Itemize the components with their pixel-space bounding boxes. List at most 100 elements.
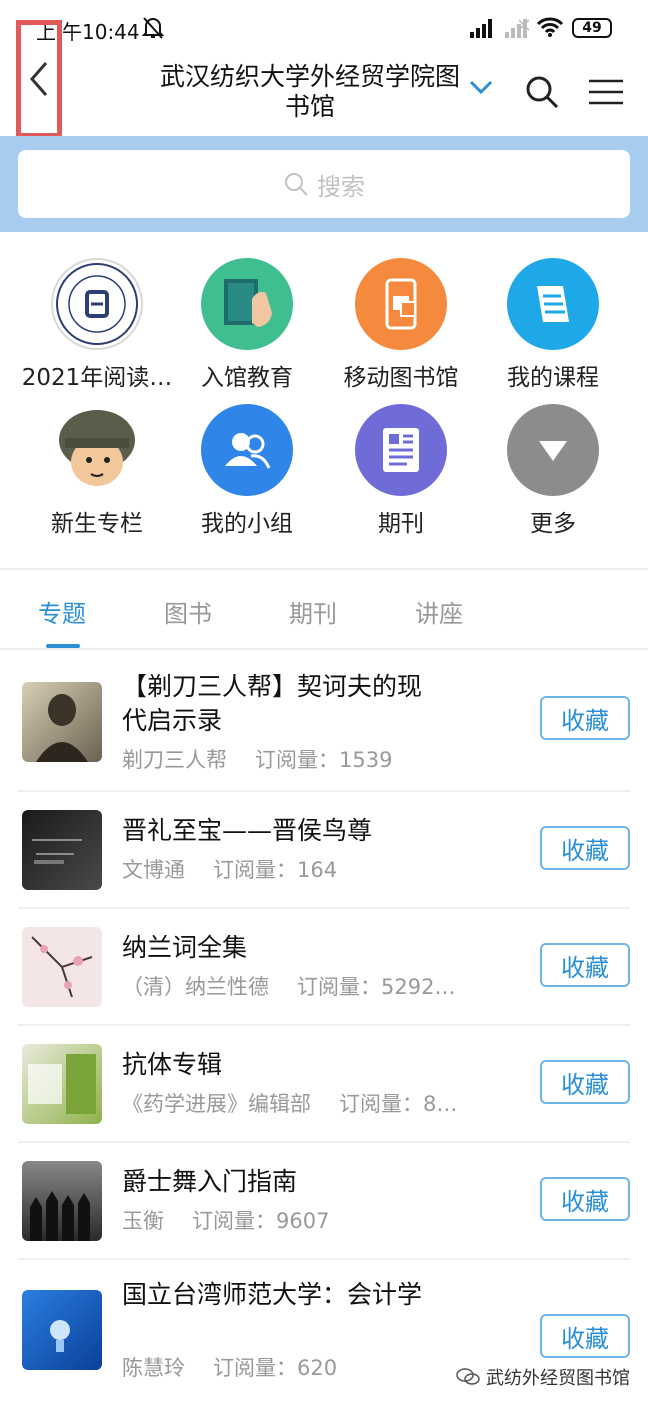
quick-link-label: 我的课程 xyxy=(507,365,599,391)
subscribe-label: 订阅量： xyxy=(213,1356,297,1380)
item-subscriptions: 620 xyxy=(297,1356,338,1380)
subscribe-label: 订阅量： xyxy=(297,975,381,999)
status-bar: 上 午10:44 49 xyxy=(0,0,648,56)
list-item[interactable]: 抗体专辑 《药学进展》编辑部 订阅量：8… 收藏 xyxy=(18,1026,630,1143)
item-title: 抗体专辑 xyxy=(122,1050,223,1079)
quick-link-label: 期刊 xyxy=(378,511,424,537)
watermark-text: 武纺外经贸图书馆 xyxy=(486,1368,630,1389)
item-meta: 剃刀三人帮 订阅量：1539 xyxy=(122,744,502,774)
item-subscriptions: 164 xyxy=(297,858,338,882)
quick-link-reading[interactable]: 2021年阅读… xyxy=(16,258,178,392)
search-icon xyxy=(285,173,308,196)
quick-link-label: 我的小组 xyxy=(201,511,293,537)
search-band: 搜索 xyxy=(0,136,648,232)
plum-blossom-thumb xyxy=(22,927,102,1007)
lightbulb-blue-thumb xyxy=(22,1290,102,1370)
header-search-button[interactable] xyxy=(524,74,560,114)
item-meta: 陈慧玲 订阅量：620 xyxy=(122,1352,502,1382)
back-icon xyxy=(30,62,48,96)
quick-link-label: 入馆教育 xyxy=(201,365,293,391)
quick-link-my-group[interactable]: 我的小组 xyxy=(166,404,328,538)
quick-link-more[interactable]: 更多 xyxy=(472,404,634,538)
list-item[interactable]: 纳兰词全集 （清）纳兰性德 订阅量：5292… 收藏 xyxy=(18,909,630,1026)
course-icon xyxy=(507,258,599,350)
item-title: 【剃刀三人帮】契诃夫的现代启示录 xyxy=(122,672,423,735)
item-title: 纳兰词全集 xyxy=(122,933,248,962)
wechat-icon xyxy=(456,1368,480,1385)
dancers-silhouette-thumb xyxy=(22,1161,102,1241)
subscribe-label: 订阅量： xyxy=(192,1209,276,1233)
item-author: 剃刀三人帮 xyxy=(122,748,227,772)
item-meta: 文博通 订阅量：164 xyxy=(122,854,502,884)
quick-link-label: 更多 xyxy=(530,511,576,537)
search-placeholder: 搜索 xyxy=(317,172,365,201)
signal-weak-icon xyxy=(505,18,531,43)
search-input[interactable]: 搜索 xyxy=(18,150,630,218)
chekhov-portrait-thumb xyxy=(22,682,102,762)
favorite-button[interactable]: 收藏 xyxy=(540,1060,630,1104)
signal-icon xyxy=(470,18,496,43)
item-meta: （清）纳兰性德 订阅量：5292… xyxy=(122,971,502,1001)
item-author: 文博通 xyxy=(122,858,185,882)
quick-link-my-courses[interactable]: 我的课程 xyxy=(472,258,634,392)
favorite-button[interactable]: 收藏 xyxy=(540,696,630,740)
item-title: 爵士舞入门指南 xyxy=(122,1167,298,1196)
item-author: 《药学进展》编辑部 xyxy=(122,1092,311,1116)
section-divider xyxy=(0,568,648,570)
chevron-down-icon xyxy=(469,80,493,95)
soldier-avatar-icon xyxy=(51,404,143,496)
item-subscriptions: 1539 xyxy=(339,748,393,772)
item-author: 陈慧玲 xyxy=(122,1356,185,1380)
tab-books[interactable]: 图书 xyxy=(164,594,212,629)
bronze-bird-thumb xyxy=(22,810,102,890)
back-button[interactable] xyxy=(16,20,62,138)
tab-journals[interactable]: 期刊 xyxy=(289,594,337,629)
university-seal-icon xyxy=(51,258,143,350)
watermark: 武纺外经贸图书馆 xyxy=(456,1364,630,1390)
menu-button[interactable] xyxy=(588,78,624,110)
search-icon xyxy=(526,76,559,109)
wifi-icon xyxy=(536,16,564,43)
more-arrow-icon xyxy=(507,404,599,496)
quick-link-label: 移动图书馆 xyxy=(343,365,459,391)
subscribe-label: 订阅量： xyxy=(255,748,339,772)
topic-list: 【剃刀三人帮】契诃夫的现代启示录 剃刀三人帮 订阅量：1539 收藏 晋礼至宝——… xyxy=(0,652,648,1400)
tab-topics[interactable]: 专题 xyxy=(38,594,86,629)
item-subscriptions: 5292… xyxy=(381,975,456,999)
list-item[interactable]: 晋礼至宝——晋侯鸟尊 文博通 订阅量：164 收藏 xyxy=(18,792,630,909)
active-tab-indicator xyxy=(46,644,80,648)
subscribe-label: 订阅量： xyxy=(213,858,297,882)
journal-icon xyxy=(355,404,447,496)
favorite-button[interactable]: 收藏 xyxy=(540,943,630,987)
quick-link-label: 新生专栏 xyxy=(51,511,143,537)
mobile-library-icon xyxy=(355,258,447,350)
item-title: 国立台湾师范大学：会计学 xyxy=(122,1280,423,1309)
favorite-button[interactable]: 收藏 xyxy=(540,1314,630,1358)
battery-indicator: 49 xyxy=(572,18,612,38)
item-author: （清）纳兰性德 xyxy=(122,975,269,999)
quick-link-mobile-library[interactable]: 移动图书馆 xyxy=(320,258,482,392)
item-meta: 玉衡 订阅量：9607 xyxy=(122,1205,502,1235)
item-title: 晋礼至宝——晋侯鸟尊 xyxy=(122,816,373,845)
item-subscriptions: 8… xyxy=(423,1092,458,1116)
pharmacy-books-thumb xyxy=(22,1044,102,1124)
item-subscriptions: 9607 xyxy=(276,1209,330,1233)
tab-lectures[interactable]: 讲座 xyxy=(415,594,463,629)
quick-link-label: 2021年阅读… xyxy=(21,365,173,391)
item-meta: 《药学进展》编辑部 订阅量：8… xyxy=(122,1088,502,1118)
quick-link-freshman[interactable]: 新生专栏 xyxy=(16,404,178,538)
title-dropdown-button[interactable] xyxy=(468,78,494,100)
favorite-button[interactable]: 收藏 xyxy=(540,1177,630,1221)
menu-icon xyxy=(589,79,623,105)
list-item[interactable]: 【剃刀三人帮】契诃夫的现代启示录 剃刀三人帮 订阅量：1539 收藏 xyxy=(18,652,630,792)
status-time: 午10:44 xyxy=(62,20,140,44)
item-author: 玉衡 xyxy=(122,1209,164,1233)
quick-link-library-education[interactable]: 入馆教育 xyxy=(166,258,328,392)
page-title: 武汉纺织大学外经贸学院图书馆 xyxy=(159,62,460,121)
quick-links-grid: 2021年阅读… 入馆教育 移动图书馆 我的课程 新生专栏 我的小组 期刊 更多 xyxy=(0,258,648,548)
favorite-button[interactable]: 收藏 xyxy=(540,826,630,870)
list-item[interactable]: 爵士舞入门指南 玉衡 订阅量：9607 收藏 xyxy=(18,1143,630,1260)
quick-link-journals[interactable]: 期刊 xyxy=(320,404,482,538)
group-icon xyxy=(201,404,293,496)
bell-mute-icon xyxy=(141,16,165,45)
